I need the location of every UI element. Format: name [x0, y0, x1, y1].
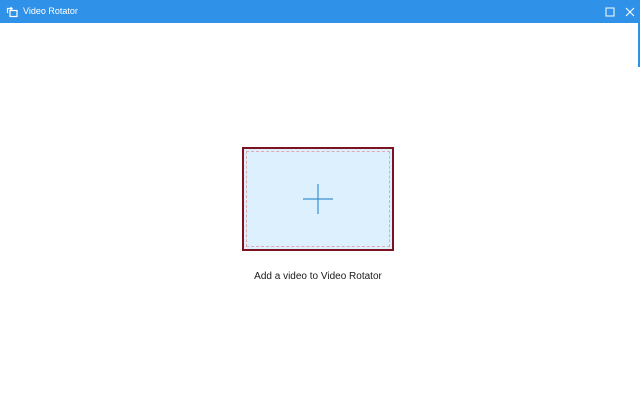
plus-icon	[303, 184, 333, 214]
app-window: Video Rotator Add a video to Video Rotat…	[0, 0, 640, 416]
maximize-icon	[605, 7, 615, 16]
close-icon	[625, 7, 635, 16]
window-controls	[600, 0, 640, 23]
maximize-button[interactable]	[600, 0, 620, 23]
rotate-icon	[5, 5, 19, 19]
add-video-prompt: Add a video to Video Rotator	[254, 271, 382, 282]
title-bar[interactable]: Video Rotator	[0, 0, 640, 23]
window-title: Video Rotator	[23, 6, 78, 16]
add-video-drop-zone[interactable]	[242, 147, 394, 251]
close-button[interactable]	[620, 0, 640, 23]
